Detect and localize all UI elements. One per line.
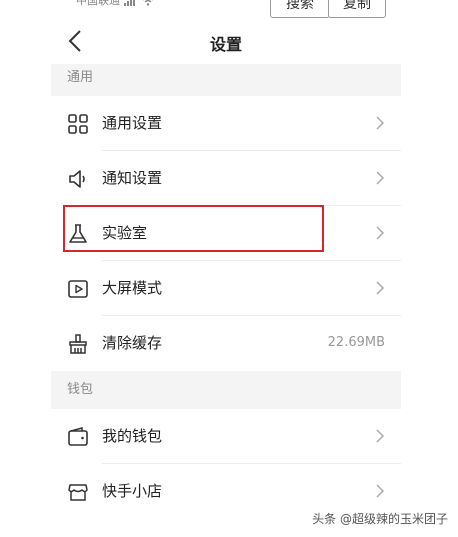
settings-item-label: 快手小店 (102, 482, 163, 500)
flask-icon (69, 224, 87, 243)
chevron-right-icon (376, 116, 385, 130)
carrier-label: 中国联通 (76, 0, 120, 7)
section-header-wallet: 钱包 (51, 371, 401, 409)
settings-item-label: 通知设置 (102, 169, 163, 187)
play-screen-icon (68, 280, 88, 298)
settings-item-wallet[interactable]: 我的钱包 (51, 409, 401, 464)
settings-item-clear-cache[interactable]: 清除缓存 22.69MB (51, 316, 401, 371)
settings-item-label: 实验室 (102, 224, 148, 242)
grid-icon (68, 114, 88, 134)
wallet-icon (68, 427, 88, 446)
page-title: 设置 (209, 35, 242, 54)
header-bar: 设置 (51, 18, 401, 64)
settings-item-label: 清除缓存 (102, 334, 163, 352)
speaker-icon (69, 170, 85, 188)
settings-item-large-screen[interactable]: 大屏模式 (51, 261, 401, 316)
settings-item-label: 我的钱包 (102, 427, 163, 445)
wifi-icon (143, 0, 153, 6)
chevron-right-icon (376, 484, 385, 498)
search-button[interactable]: 搜索 (270, 0, 330, 18)
signal-icon (124, 0, 135, 6)
cache-size-value: 22.69MB (327, 335, 385, 350)
settings-screen: 设置 通用 通用设置 通知设置 实验室 大屏模式 清除缓存 22.69MB 钱包… (51, 18, 401, 537)
chevron-right-icon (376, 429, 385, 443)
chevron-right-icon (376, 226, 385, 240)
shop-icon (68, 484, 88, 501)
chevron-right-icon (376, 171, 385, 185)
settings-item-lab[interactable]: 实验室 (51, 206, 401, 261)
broom-icon (69, 334, 87, 354)
status-bar: 中国联通 (76, 0, 154, 8)
settings-item-label: 通用设置 (102, 114, 163, 132)
chevron-right-icon (376, 281, 385, 295)
settings-item-label: 大屏模式 (102, 279, 163, 297)
settings-item-general[interactable]: 通用设置 (51, 96, 401, 151)
watermark-text: 头条 @超级辣的玉米团子 (312, 512, 448, 526)
copy-button[interactable]: 复制 (328, 0, 386, 18)
section-header-general: 通用 (51, 64, 401, 96)
settings-item-notifications[interactable]: 通知设置 (51, 151, 401, 206)
